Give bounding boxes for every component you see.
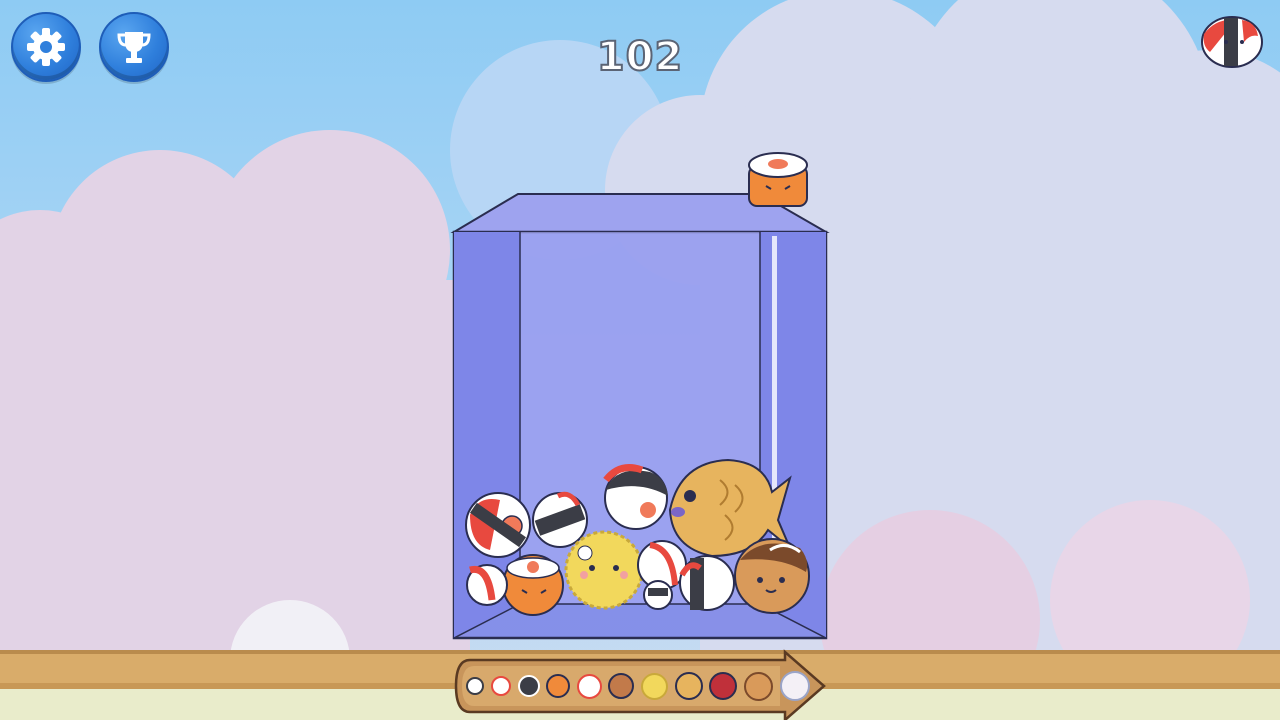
evolution-item-salmon-roll — [546, 674, 571, 698]
settings-button[interactable] — [11, 12, 81, 82]
evolution-item-maki — [517, 675, 540, 697]
evolution-item-nigiri — [490, 676, 511, 696]
trophy-icon — [117, 32, 151, 63]
game-scene — [0, 0, 1280, 720]
score-display: 102 — [596, 33, 684, 81]
onigiri-piece — [532, 491, 588, 548]
evolution-item-red-bean — [709, 672, 738, 700]
evolution-item-dango — [608, 673, 635, 699]
trophy-button[interactable] — [99, 12, 169, 82]
salmon-nigiri-icon — [1201, 16, 1263, 68]
tuna-roll-piece — [603, 464, 668, 530]
salmon-nigiri-piece — [465, 492, 531, 558]
gear-icon — [27, 28, 65, 66]
shrimp-nigiri-piece — [466, 564, 508, 606]
salmon-nigiri-piece-2 — [679, 555, 735, 611]
evolution-item-takoyaki — [743, 671, 773, 701]
evolution-items — [463, 668, 813, 704]
evolution-item-taiyaki — [674, 672, 703, 700]
held-piece-icon[interactable] — [748, 152, 808, 207]
evolution-item-tuna-nigiri — [576, 673, 602, 699]
evolution-item-chick — [641, 672, 669, 700]
evolution-item-onigiri — [466, 677, 485, 695]
pufferfish-piece — [564, 530, 644, 610]
takoyaki-piece — [734, 538, 810, 614]
salmon-roll-piece — [502, 554, 564, 616]
evolution-item-daifuku — [779, 671, 810, 701]
